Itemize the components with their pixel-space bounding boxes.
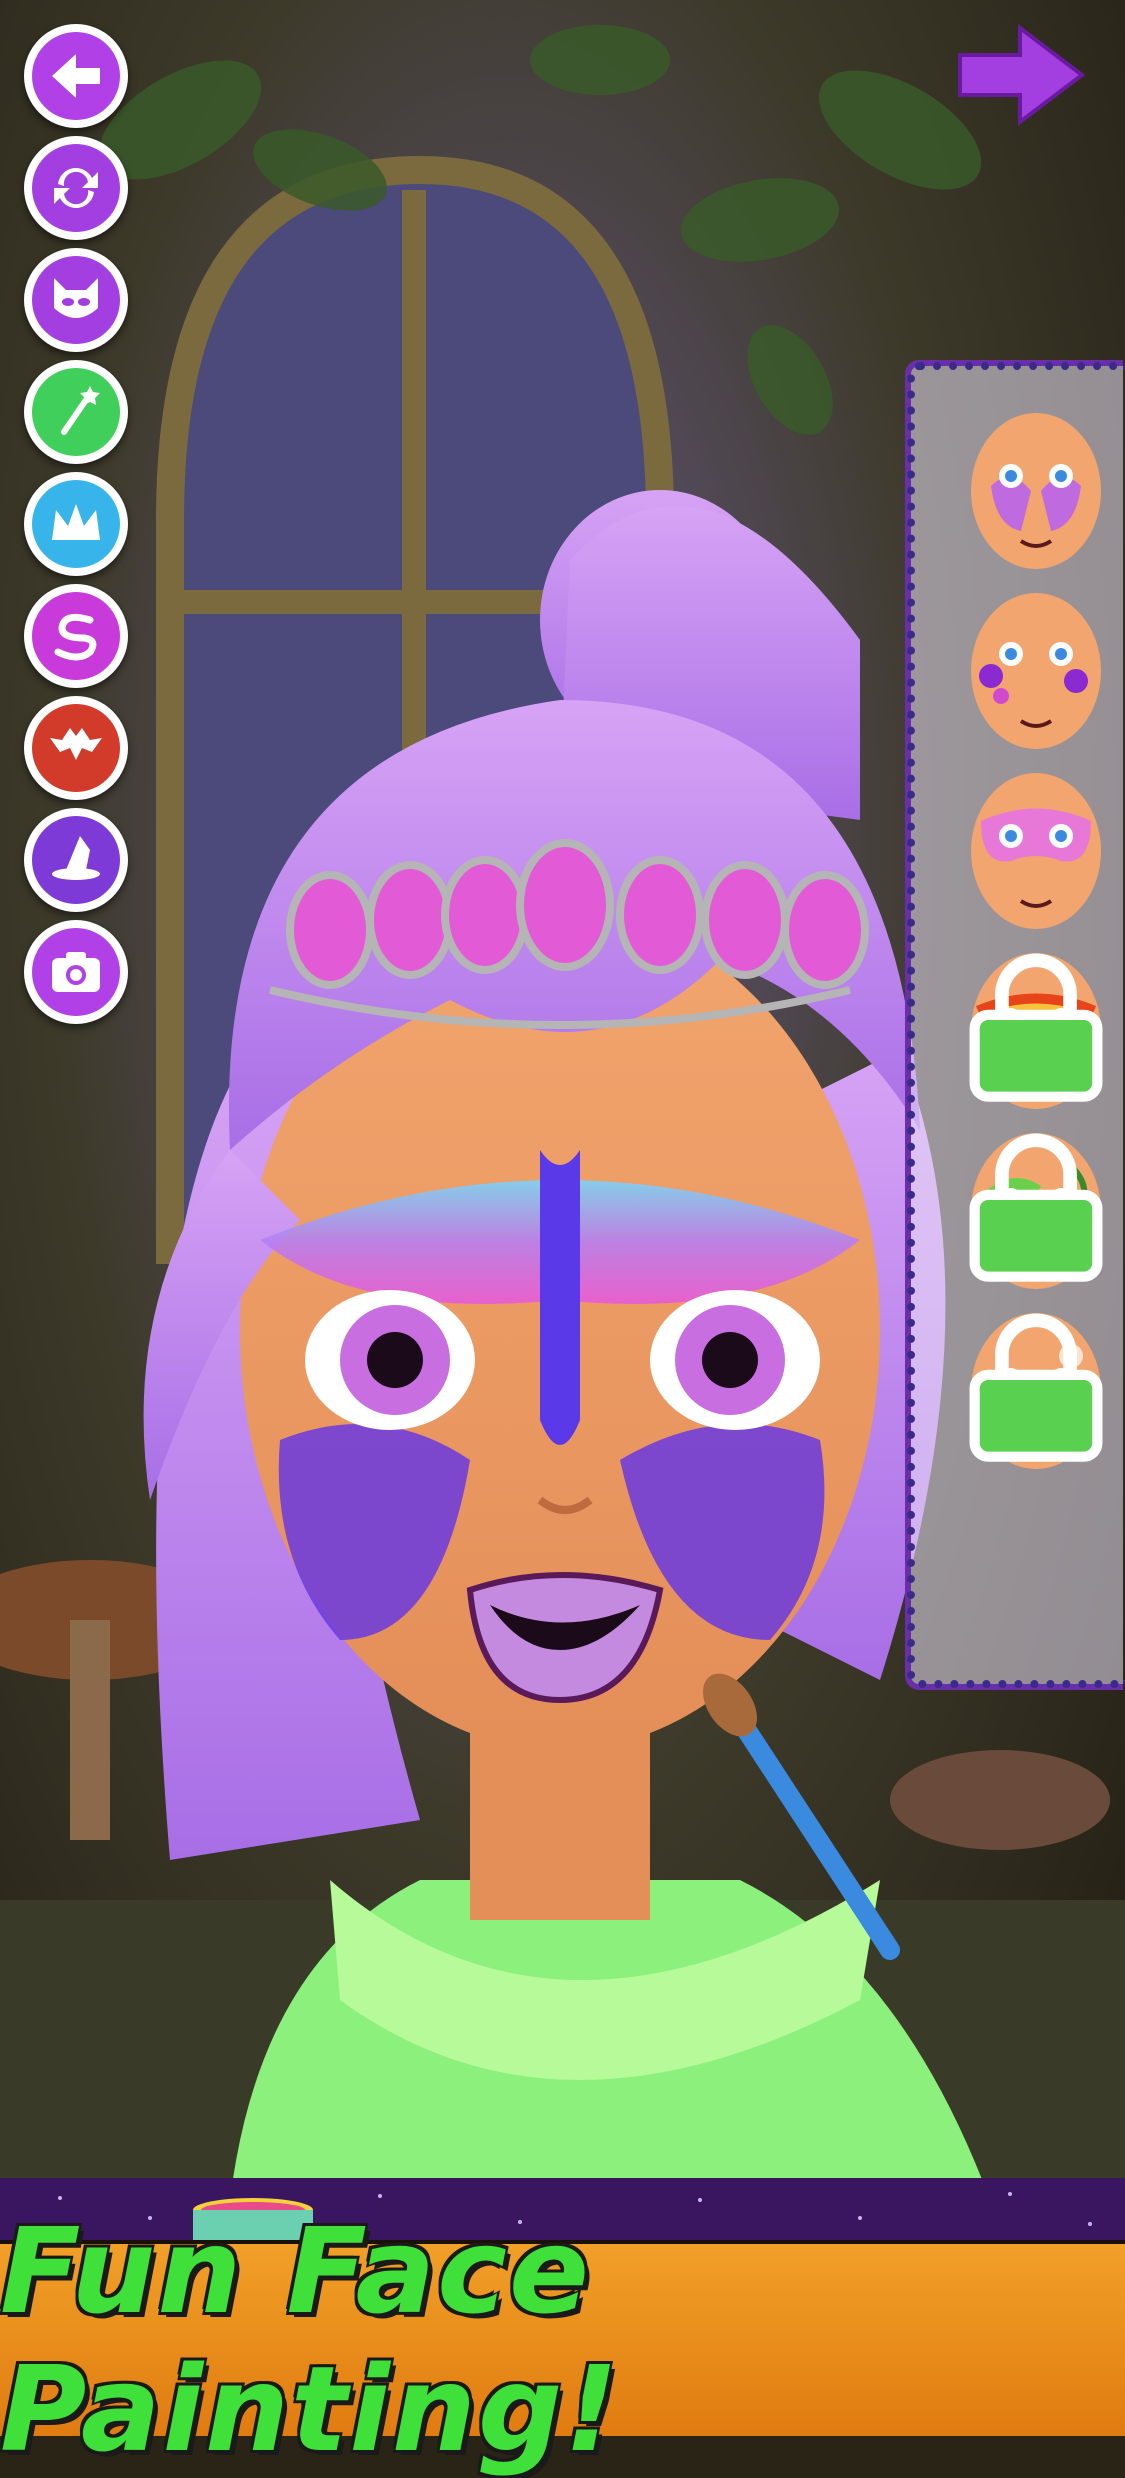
back-button[interactable] [24, 24, 128, 128]
fire-face-design[interactable] [961, 946, 1111, 1111]
camera-icon [32, 928, 120, 1016]
lock-icon [969, 953, 1103, 1102]
butterfly-face-design[interactable] [961, 406, 1111, 571]
swirl-button[interactable] [24, 584, 128, 688]
mask-button[interactable] [24, 248, 128, 352]
next-arrow-icon[interactable] [950, 20, 1090, 130]
magic-wand-button[interactable] [24, 360, 128, 464]
reset-icon [32, 144, 120, 232]
crown-button[interactable] [24, 472, 128, 576]
pink-mask-design[interactable] [961, 766, 1111, 931]
green-swirl-design[interactable] [961, 1126, 1111, 1291]
back-icon [32, 32, 120, 120]
lock-icon [969, 1313, 1103, 1462]
white-flower-design[interactable] [961, 1306, 1111, 1471]
bat-button[interactable] [24, 696, 128, 800]
title-banner: Fun Face Painting! [0, 2202, 1125, 2478]
crown-icon [32, 480, 120, 568]
reset-button[interactable] [24, 136, 128, 240]
mask-icon [32, 256, 120, 344]
design-panel [905, 360, 1125, 1690]
swirl-icon [32, 592, 120, 680]
bat-icon [32, 704, 120, 792]
banner-title: Fun Face Painting! [0, 2202, 621, 2478]
camera-button[interactable] [24, 920, 128, 1024]
flower-face-design[interactable] [961, 586, 1111, 751]
witch-hat-button[interactable] [24, 808, 128, 912]
witch-hat-icon [32, 816, 120, 904]
magic-wand-icon [32, 368, 120, 456]
lock-icon [969, 1133, 1103, 1282]
